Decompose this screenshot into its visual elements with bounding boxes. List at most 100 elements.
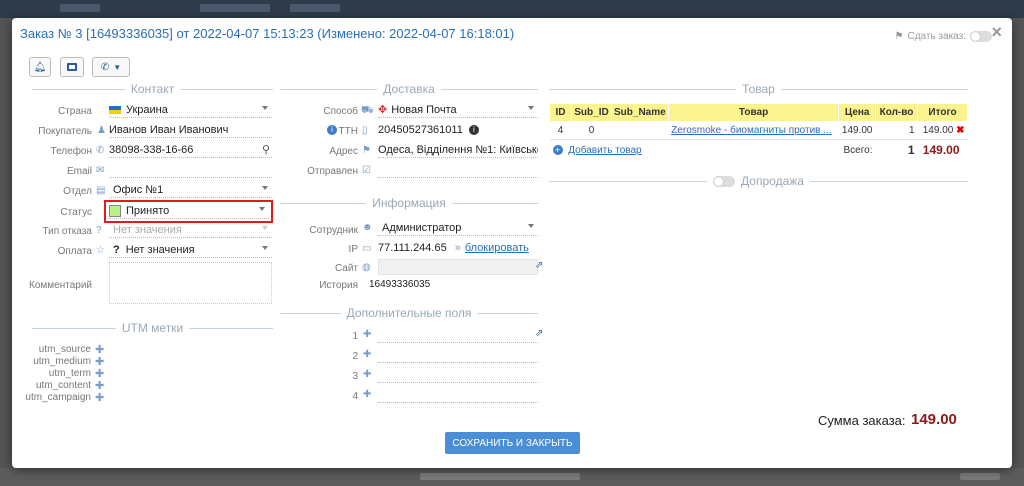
office-label: Отдел bbox=[63, 186, 92, 197]
user-circle-icon: ☻ bbox=[362, 222, 373, 233]
external-link-icon[interactable]: ⇗ bbox=[535, 260, 543, 271]
email-field[interactable] bbox=[109, 162, 272, 178]
address-field[interactable]: Одеса, Відділення №1: Київське bbox=[378, 142, 538, 158]
goods-total-row: + Добавить товар Всего: 1 149.00 bbox=[550, 140, 968, 161]
sent-date-field[interactable] bbox=[378, 162, 538, 178]
save-and-close-button[interactable]: СОХРАНИТЬ И ЗАКРЫТЬ bbox=[445, 432, 580, 454]
add-product-link[interactable]: Добавить товар bbox=[568, 145, 641, 156]
extra-field-3-label: 3 bbox=[352, 371, 358, 382]
info-section-header: Информация bbox=[280, 196, 539, 210]
extra-field-2[interactable] bbox=[378, 347, 538, 363]
plus-icon[interactable]: ✚ bbox=[363, 369, 371, 380]
payment-select[interactable]: ? Нет значения bbox=[109, 242, 272, 258]
goods-header-row: ID Sub_ID Sub_Name Товар Цена Кол-во Ито… bbox=[549, 103, 968, 122]
office-select[interactable]: Офис №1 bbox=[109, 182, 272, 198]
external-link-icon[interactable]: ⇗ bbox=[535, 328, 543, 339]
map-pin-icon: ⚑ bbox=[362, 145, 371, 156]
phone-label: Телефон bbox=[50, 146, 92, 157]
plus-icon[interactable]: ✚ bbox=[363, 329, 371, 340]
info-circle-icon[interactable]: i bbox=[468, 125, 479, 135]
utm-term-label: utm_term bbox=[48, 368, 91, 379]
utm-content-label: utm_content bbox=[35, 380, 91, 391]
utm-campaign-label: utm_campaign bbox=[25, 392, 91, 403]
history-value: 16493336035 bbox=[369, 278, 431, 290]
monitor-icon: ▭ bbox=[362, 243, 372, 254]
utm-section-header: UTM метки bbox=[32, 321, 273, 335]
col-price: Цена bbox=[838, 103, 876, 122]
remove-item-icon[interactable]: ✖ bbox=[956, 125, 964, 136]
phone-icon: ✆ bbox=[100, 61, 110, 73]
handover-toggle[interactable] bbox=[970, 31, 992, 42]
bell-button[interactable]: 🔔︎ bbox=[29, 57, 51, 77]
question-icon: ? bbox=[96, 225, 102, 236]
window-button[interactable] bbox=[60, 57, 84, 77]
block-ip-link[interactable]: блокировать bbox=[465, 242, 529, 254]
employee-select[interactable]: Администратор bbox=[378, 220, 538, 236]
col-product: Товар bbox=[667, 103, 840, 122]
call-dropdown-button[interactable]: ✆ ▼ bbox=[92, 57, 130, 77]
utm-medium-plus-icon[interactable]: ✚ bbox=[95, 356, 104, 368]
ttn-label: ТТН bbox=[338, 126, 358, 137]
order-sum-label: Сумма заказа: bbox=[818, 413, 906, 428]
plus-icon[interactable]: ✚ bbox=[363, 389, 371, 400]
contact-section-header: Контакт bbox=[32, 82, 273, 96]
search-icon[interactable]: ⚲ bbox=[262, 143, 270, 156]
utm-source-plus-icon[interactable]: ✚ bbox=[95, 344, 104, 356]
extra-field-3[interactable] bbox=[378, 367, 538, 383]
extra-field-1[interactable] bbox=[378, 327, 538, 343]
address-label: Адрес bbox=[329, 146, 358, 157]
status-highlight-frame bbox=[104, 200, 273, 223]
person-icon: ♟ bbox=[97, 125, 106, 136]
ip-field: 77.111.244.65 » блокировать bbox=[378, 242, 529, 254]
calendar-check-icon[interactable]: ☑ bbox=[362, 165, 371, 176]
upsell-toggle[interactable] bbox=[713, 175, 736, 187]
phone-field[interactable]: 38098-338-16-66 ⚲ bbox=[109, 142, 272, 158]
goods-table: ID Sub_ID Sub_Name Товар Цена Кол-во Ито… bbox=[549, 103, 968, 160]
comment-label: Комментарий bbox=[29, 280, 92, 291]
chevron-down-icon: ▼ bbox=[113, 62, 122, 72]
comment-textarea[interactable] bbox=[109, 262, 272, 304]
mail-icon: ✉ bbox=[96, 165, 105, 176]
double-chevron-icon: » bbox=[454, 242, 461, 254]
refusal-label: Тип отказа bbox=[42, 226, 92, 237]
utm-content-plus-icon[interactable]: ✚ bbox=[95, 380, 104, 392]
background-app-footer bbox=[0, 468, 1024, 486]
email-label: Email bbox=[66, 166, 92, 177]
bell-icon: 🔔︎ bbox=[33, 61, 47, 73]
flag-icon: ⚑ bbox=[894, 31, 904, 42]
window-icon bbox=[67, 63, 77, 71]
utm-term-plus-icon[interactable]: ✚ bbox=[95, 368, 104, 380]
col-total: Итого bbox=[917, 103, 968, 122]
goods-section-header: Товар bbox=[549, 82, 968, 96]
delivery-method-select[interactable]: ✥ Новая Почта bbox=[378, 102, 538, 118]
upsell-section-header: Допродажа bbox=[549, 174, 968, 188]
order-sum-value: 149.00 bbox=[911, 411, 957, 428]
info-icon[interactable]: i bbox=[327, 125, 337, 135]
delivery-section-header: Доставка bbox=[280, 82, 539, 96]
extra-field-1-label: 1 bbox=[352, 331, 358, 342]
globe-icon: ◍ bbox=[362, 262, 371, 273]
plus-icon[interactable]: ✚ bbox=[363, 349, 371, 360]
buyer-field[interactable]: Иванов Иван Иванович bbox=[109, 122, 272, 138]
product-link[interactable]: Zerosmoke - биомагниты против ... bbox=[671, 125, 831, 136]
extra-field-4[interactable] bbox=[378, 387, 538, 403]
ttn-field[interactable]: 20450527361011 i bbox=[378, 122, 538, 138]
order-modal: Заказ № 3 [16493336035] от 2022-04-07 15… bbox=[12, 18, 1012, 468]
employee-label: Сотрудник bbox=[309, 225, 358, 236]
phone-icon: ✆ bbox=[96, 145, 105, 156]
ip-label: IP bbox=[348, 244, 358, 255]
country-select[interactable]: Украина bbox=[109, 102, 272, 118]
payment-label: Оплата bbox=[57, 246, 92, 257]
col-sub-name: Sub_Name bbox=[611, 103, 669, 122]
add-circle-icon[interactable]: + bbox=[552, 144, 563, 155]
background-app-header bbox=[0, 0, 1024, 18]
country-label: Страна bbox=[57, 106, 92, 117]
col-id: ID bbox=[549, 103, 572, 122]
close-icon[interactable]: × bbox=[991, 22, 1002, 43]
col-qty: Кол-во bbox=[875, 103, 918, 122]
status-label: Статус bbox=[60, 207, 92, 218]
extra-field-2-label: 2 bbox=[352, 351, 358, 362]
site-field[interactable] bbox=[378, 259, 538, 275]
refusal-select[interactable]: Нет значения bbox=[109, 222, 272, 238]
utm-campaign-plus-icon[interactable]: ✚ bbox=[95, 392, 104, 404]
